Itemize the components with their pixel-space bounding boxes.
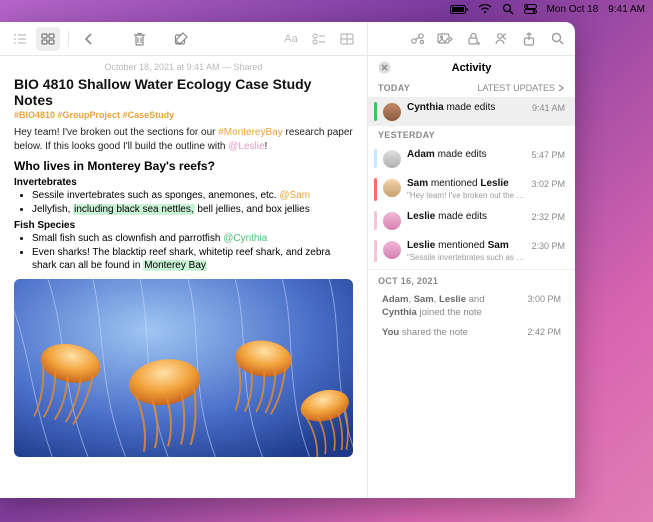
main-toolbar: Aa: [0, 22, 367, 56]
avatar: [383, 212, 401, 230]
note-title[interactable]: BIO 4810 Shallow Water Ecology Case Stud…: [14, 76, 353, 108]
close-activity-button[interactable]: [378, 61, 391, 74]
menubar: Mon Oct 18 9:41 AM: [0, 0, 653, 18]
list-item: Small fish such as clownfish and parrotf…: [32, 232, 353, 246]
wifi-icon[interactable]: [478, 4, 492, 14]
activity-header: Activity: [368, 56, 575, 79]
heading-reefs[interactable]: Who lives in Monterey Bay's reefs?: [14, 159, 353, 173]
activity-item[interactable]: Leslie mentioned Sam "Sessile invertebra…: [368, 235, 575, 268]
mention-leslie[interactable]: @Leslie: [228, 141, 264, 152]
today-row: TODAY LATEST UPDATES: [368, 79, 575, 97]
activity-title: Activity: [399, 62, 544, 74]
media-button[interactable]: [433, 27, 457, 51]
mention-cynthia[interactable]: @Cynthia: [223, 233, 267, 244]
avatar: [383, 150, 401, 168]
heading-invertebrates[interactable]: Invertebrates: [14, 177, 353, 188]
search-button[interactable]: [545, 27, 569, 51]
note-meta: October 18, 2021 at 9:41 AM — Shared: [14, 62, 353, 72]
view-list-button[interactable]: [8, 27, 32, 51]
activity-sidebar: Activity TODAY LATEST UPDATES Cynthia ma…: [367, 22, 575, 498]
activity-list: Cynthia made edits 9:41 AM YESTERDAY Ada…: [368, 97, 575, 343]
notes-window: Aa October 18, 2021 at 9:41 AM — Shared …: [0, 22, 575, 498]
main-pane: Aa October 18, 2021 at 9:41 AM — Shared …: [0, 22, 367, 498]
menubar-date[interactable]: Mon Oct 18: [547, 4, 599, 15]
list-item: Sessile invertebrates such as sponges, a…: [32, 189, 353, 203]
change-bar: [374, 240, 377, 263]
activity-item[interactable]: Cynthia made edits 9:41 AM: [368, 97, 575, 126]
change-bar: [374, 211, 377, 230]
list-item: Even sharks! The blacktip reef shark, wh…: [32, 246, 353, 273]
collaborate-button[interactable]: [489, 27, 513, 51]
back-button[interactable]: [77, 27, 101, 51]
checklist-button[interactable]: [307, 27, 331, 51]
activity-item[interactable]: Leslie made edits 2:32 PM: [368, 206, 575, 235]
lock-button[interactable]: [461, 27, 485, 51]
latest-updates-link[interactable]: LATEST UPDATES: [477, 83, 565, 93]
highlight: Monterey Bay: [143, 260, 207, 271]
list-item: Jellyfish, including black sea nettles, …: [32, 203, 353, 217]
sidebar-toolbar: [368, 22, 575, 56]
heading-fish[interactable]: Fish Species: [14, 220, 353, 231]
activity-item[interactable]: Sam mentioned Leslie "Hey team! I've bro…: [368, 173, 575, 206]
compose-button[interactable]: [169, 27, 193, 51]
avatar: [383, 241, 401, 259]
tag[interactable]: #CaseStudy: [123, 110, 175, 120]
change-bar: [374, 178, 377, 201]
tag[interactable]: #BIO4810: [14, 110, 55, 120]
menubar-time[interactable]: 9:41 AM: [608, 4, 645, 15]
mention-sam[interactable]: @Sam: [279, 190, 310, 201]
battery-icon[interactable]: [450, 5, 468, 14]
note-tags[interactable]: #BIO4810 #GroupProject #CaseStudy: [14, 110, 353, 120]
hashtag-montereybay[interactable]: #MontereyBay: [218, 127, 282, 138]
change-bar: [374, 149, 377, 168]
avatar: [383, 179, 401, 197]
highlight: including black sea nettles,: [73, 204, 195, 215]
format-text-button[interactable]: Aa: [279, 27, 303, 51]
list-invertebrates[interactable]: Sessile invertebrates such as sponges, a…: [14, 189, 353, 216]
note-body: October 18, 2021 at 9:41 AM — Shared BIO…: [0, 56, 367, 498]
system-item[interactable]: You shared the note 2:42 PM: [368, 323, 575, 343]
spotlight-icon[interactable]: [502, 3, 514, 15]
link-button[interactable]: [405, 27, 429, 51]
share-button[interactable]: [517, 27, 541, 51]
system-item[interactable]: Adam, Sam, Leslie and Cynthia joined the…: [368, 290, 575, 323]
control-center-icon[interactable]: [524, 4, 537, 14]
table-button[interactable]: [335, 27, 359, 51]
intro-paragraph[interactable]: Hey team! I've broken out the sections f…: [14, 126, 353, 153]
change-bar: [374, 102, 377, 121]
view-gallery-button[interactable]: [36, 27, 60, 51]
yesterday-row: YESTERDAY: [368, 126, 575, 144]
oct16-row: OCT 16, 2021: [368, 272, 575, 290]
tag[interactable]: #GroupProject: [58, 110, 121, 120]
delete-button[interactable]: [127, 27, 151, 51]
activity-item[interactable]: Adam made edits 5:47 PM: [368, 144, 575, 173]
avatar: [383, 103, 401, 121]
list-fish[interactable]: Small fish such as clownfish and parrotf…: [14, 232, 353, 273]
note-image[interactable]: [14, 279, 353, 457]
